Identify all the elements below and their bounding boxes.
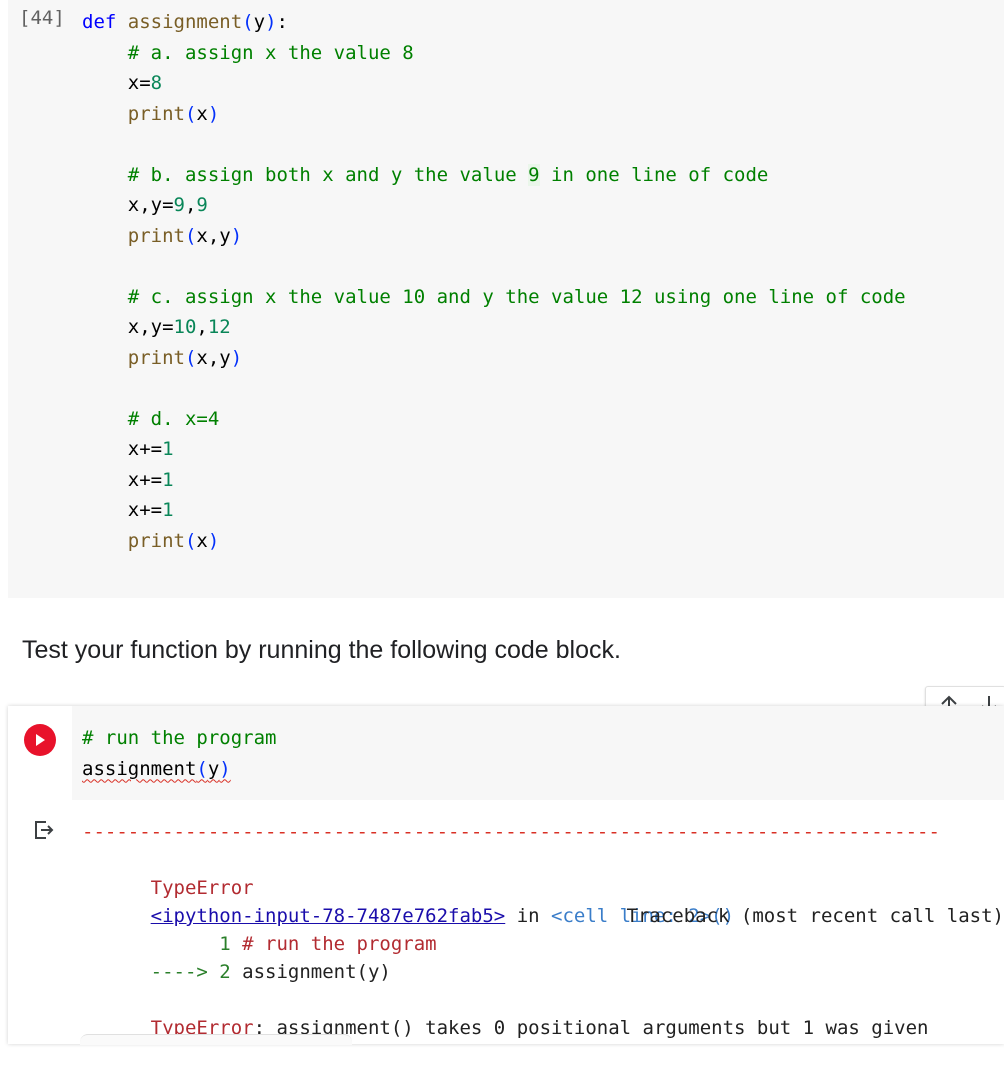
code-token: assignment xyxy=(128,11,242,33)
function-name: assignment xyxy=(82,758,196,780)
final-error-message: : assignment() takes 0 positional argume… xyxy=(254,1017,929,1039)
code-token: def xyxy=(82,11,128,33)
code-token: print xyxy=(128,103,185,125)
code-token: 1 xyxy=(162,499,173,521)
code-line: x+=1 xyxy=(82,495,906,526)
code-token: ( xyxy=(185,103,196,125)
code-token: 10 xyxy=(174,316,197,338)
code-token xyxy=(82,286,128,308)
code-token: ( xyxy=(185,347,196,369)
code-line: x,y=9,9 xyxy=(82,190,906,221)
traceback-line-number: 1 xyxy=(151,933,243,955)
code-token: x xyxy=(196,103,207,125)
code-line: print(x) xyxy=(82,99,906,130)
code-token xyxy=(82,42,128,64)
code-cell-run: # run the program assignment(y) --------… xyxy=(8,706,1004,1044)
code-token xyxy=(82,408,128,430)
code-line: # c. assign x the value 10 and y the val… xyxy=(82,282,906,313)
code-token xyxy=(82,347,128,369)
code-line: x+=1 xyxy=(82,465,906,496)
play-icon xyxy=(33,732,47,748)
code-token: 12 xyxy=(208,316,231,338)
code-token xyxy=(82,103,128,125)
traceback-line-code: # run the program xyxy=(242,933,436,955)
code-token: # b. assign both x and y the value xyxy=(128,164,528,186)
code-line xyxy=(82,373,906,404)
code-token: ) xyxy=(208,530,219,552)
code-token: : xyxy=(277,11,288,33)
code-line: # a. assign x the value 8 xyxy=(82,38,906,69)
execution-count: [44] xyxy=(19,7,65,29)
code-token: , xyxy=(196,316,207,338)
code-lines-run: # run the program assignment(y) xyxy=(82,723,276,784)
run-cell-button[interactable] xyxy=(24,724,56,756)
code-token: ( xyxy=(185,530,196,552)
code-line: x+=1 xyxy=(82,434,906,465)
code-token: print xyxy=(128,347,185,369)
code-line: print(x,y) xyxy=(82,343,906,374)
code-token: # d. x=4 xyxy=(128,408,220,430)
code-token: in one line of code xyxy=(540,164,769,186)
output-footer xyxy=(80,1034,352,1045)
code-line xyxy=(82,129,906,160)
code-line: print(x,y) xyxy=(82,221,906,252)
code-token: 8 xyxy=(151,72,162,94)
code-token: x+= xyxy=(82,499,162,521)
function-arg: y xyxy=(208,758,219,780)
code-line xyxy=(82,251,906,282)
code-token: , xyxy=(185,194,196,216)
code-token: 1 xyxy=(162,469,173,491)
traceback-error-code: assignment(y) xyxy=(242,961,391,983)
traceback-arrow: ----> 2 xyxy=(151,961,243,983)
code-token: x+= xyxy=(82,438,162,460)
code-token: x,y= xyxy=(82,316,174,338)
code-token: 9 xyxy=(174,194,185,216)
error-type: TypeError xyxy=(151,877,254,899)
code-line: def assignment(y): xyxy=(82,7,906,38)
code-token: ) xyxy=(265,11,276,33)
code-token: ) xyxy=(231,225,242,247)
code-token: ) xyxy=(231,347,242,369)
code-line: x=8 xyxy=(82,68,906,99)
code-token: x,y xyxy=(196,347,230,369)
code-token: x,y xyxy=(196,225,230,247)
in-word: in xyxy=(505,905,551,927)
paren-open: ( xyxy=(196,758,207,780)
code-line: # b. assign both x and y the value 9 in … xyxy=(82,160,906,191)
markdown-text: Test your function by running the follow… xyxy=(22,636,621,665)
code-token: x,y= xyxy=(82,194,174,216)
error-separator: ----------------------------------------… xyxy=(82,818,1004,846)
code-token: ( xyxy=(242,11,253,33)
output-redirect-icon[interactable] xyxy=(32,818,56,842)
code-line: x,y=10,12 xyxy=(82,312,906,343)
code-token: ) xyxy=(208,103,219,125)
ipython-input-link[interactable]: <ipython-input-78-7487e762fab5> xyxy=(151,905,506,927)
code-token: 9 xyxy=(528,164,539,186)
traceback-label: Traceback (most recent call last) xyxy=(627,902,1004,930)
code-token: 1 xyxy=(162,438,173,460)
code-editor-assignment[interactable]: def assignment(y): # a. assign x the val… xyxy=(82,7,906,556)
code-token xyxy=(82,164,128,186)
code-token xyxy=(82,530,128,552)
code-line: print(x) xyxy=(82,526,906,557)
paren-close: ) xyxy=(219,758,230,780)
code-token: ( xyxy=(185,225,196,247)
code-token: x xyxy=(196,530,207,552)
code-token: # a. assign x the value 8 xyxy=(128,42,414,64)
code-token: 9 xyxy=(196,194,207,216)
function-call: assignment(y) xyxy=(82,758,231,780)
code-token: # c. assign x the value 10 and y the val… xyxy=(128,286,906,308)
code-token: x+= xyxy=(82,469,162,491)
cell-output: ----------------------------------------… xyxy=(82,818,1004,1014)
code-comment: # run the program xyxy=(82,727,276,749)
code-token: y xyxy=(254,11,265,33)
code-token: x= xyxy=(82,72,151,94)
code-token xyxy=(82,225,128,247)
code-token: print xyxy=(128,225,185,247)
code-line: # d. x=4 xyxy=(82,404,906,435)
code-token: print xyxy=(128,530,185,552)
